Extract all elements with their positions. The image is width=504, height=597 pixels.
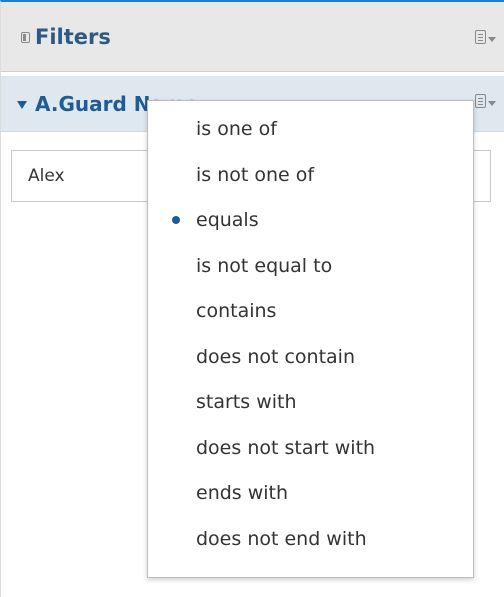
chevron-down-icon	[488, 37, 496, 42]
operator-option[interactable]: does not end with	[148, 521, 473, 557]
operator-option-label: is one of	[196, 118, 277, 140]
operator-option[interactable]: equals	[148, 202, 473, 238]
operator-option-label: ends with	[196, 482, 289, 504]
chevron-down-icon	[488, 101, 496, 106]
filters-title: Filters	[35, 25, 111, 49]
operator-option[interactable]: does not contain	[148, 339, 473, 375]
operator-option-label: equals	[196, 209, 259, 231]
operator-option-label: does not contain	[196, 345, 355, 368]
operator-dropdown: is one of is not one of equals is not equal…	[147, 100, 474, 578]
operator-option-label: is not one of	[196, 163, 315, 186]
filter-value-text: Alex	[28, 166, 65, 186]
filters-panel: Filters A.Guard Name Alex is one of is no…	[0, 0, 504, 597]
menu-sheet-icon	[475, 30, 486, 44]
operator-option[interactable]: does not start with	[148, 430, 473, 466]
filter-sheet-icon	[475, 94, 486, 108]
selected-bullet-icon	[172, 216, 180, 224]
filters-header: Filters	[1, 2, 504, 72]
panel-menu-icon[interactable]	[475, 30, 499, 46]
operator-option-label: is not equal to	[196, 254, 333, 277]
collapse-triangle-icon[interactable]	[17, 101, 27, 109]
operator-option-label: does not start with	[196, 436, 376, 459]
operator-option-label: starts with	[196, 391, 297, 413]
operator-option[interactable]: is not equal to	[148, 248, 473, 284]
operator-option-label: does not end with	[196, 527, 367, 550]
filter-menu-icon[interactable]	[475, 94, 499, 110]
operator-option[interactable]: is not one of	[148, 157, 473, 193]
operator-option[interactable]: ends with	[148, 475, 473, 511]
operator-option[interactable]: is one of	[148, 111, 473, 147]
operator-option-label: contains	[196, 300, 277, 322]
panel-icon	[21, 32, 30, 43]
operator-option[interactable]: contains	[148, 293, 473, 329]
operator-option[interactable]: starts with	[148, 384, 473, 420]
